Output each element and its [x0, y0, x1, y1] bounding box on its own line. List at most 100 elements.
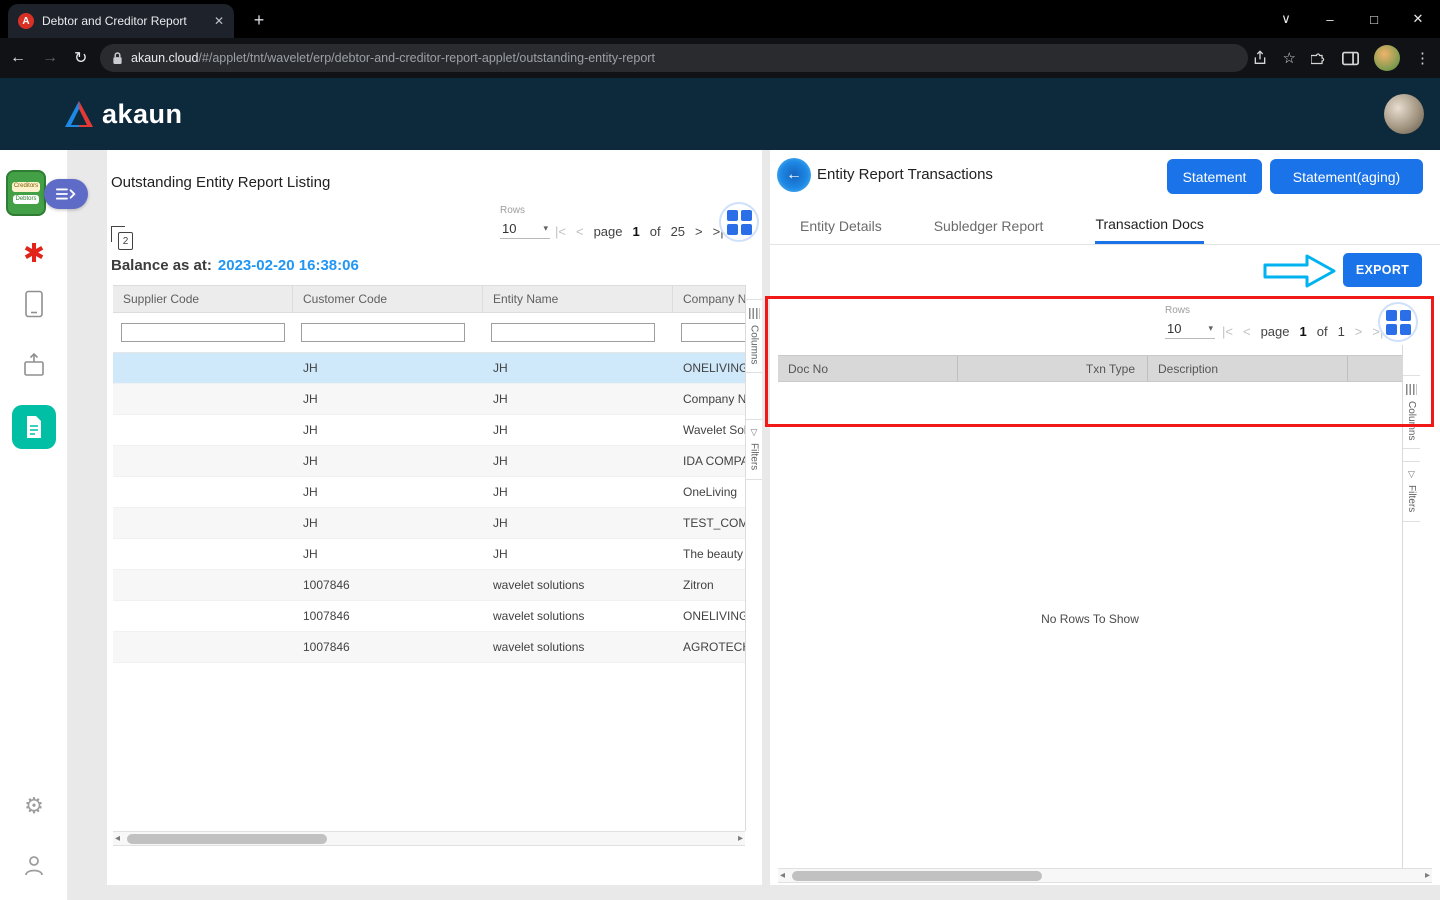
table-header-row: Supplier Code Customer Code Entity Name … [113, 285, 745, 313]
browser-tab[interactable]: A Debtor and Creditor Report ✕ [8, 4, 234, 38]
columns-side-tab[interactable]: Columns [746, 299, 762, 373]
column-header-entity-name[interactable]: Entity Name [483, 286, 673, 312]
side-panel-icon[interactable] [1342, 51, 1359, 66]
browser-reload-button[interactable]: ↻ [74, 48, 87, 68]
user-avatar[interactable] [1384, 94, 1424, 134]
back-button[interactable]: ← [777, 158, 811, 192]
filter-icon: ▽ [751, 428, 758, 437]
export-button[interactable]: EXPORT [1343, 253, 1422, 287]
table-row[interactable]: JHJHThe beauty [113, 539, 745, 570]
sidebar-item-clipboard[interactable] [0, 290, 68, 318]
share-icon[interactable] [1252, 50, 1268, 66]
page-current: 1 [632, 224, 639, 239]
tab-title: Debtor and Creditor Report [42, 14, 206, 28]
screen: A Debtor and Creditor Report ✕ + ∨ – □ ✕… [0, 0, 1440, 900]
creditors-debtors-icon: Creditors Debtors [6, 170, 46, 216]
browser-tab-strip: A Debtor and Creditor Report ✕ + ∨ – □ ✕ [0, 0, 1440, 38]
red-annotation-rectangle [765, 296, 1434, 427]
extensions-puzzle-icon[interactable] [1311, 50, 1327, 66]
browser-forward-button[interactable]: → [42, 49, 58, 67]
column-header-company-name[interactable]: Company N [673, 286, 745, 312]
window-minimize-button[interactable]: – [1308, 0, 1352, 38]
red-asterisk-icon: ✱ [23, 238, 45, 268]
horizontal-scrollbar[interactable]: ◂ ▸ [113, 831, 745, 846]
balance-label: Balance as at: [111, 257, 212, 274]
column-header-customer-code[interactable]: Customer Code [293, 286, 483, 312]
window-chevron-icon[interactable]: ∨ [1264, 0, 1308, 38]
scrollbar-thumb[interactable] [792, 871, 1042, 881]
sidebar-item-pdf-app[interactable]: ✱ [0, 240, 68, 266]
box-arrow-icon [22, 352, 46, 378]
main-area: Creditors Debtors ✱ [0, 150, 1440, 900]
url-bar[interactable]: akaun.cloud/#/applet/tnt/wavelet/erp/deb… [100, 44, 1248, 72]
window-close-button[interactable]: ✕ [1396, 0, 1440, 38]
scroll-right-icon[interactable]: ▸ [1425, 870, 1430, 881]
brand-name: akaun [102, 99, 183, 130]
app-header: akaun [0, 78, 1440, 150]
page-title: Outstanding Entity Report Listing [111, 174, 330, 191]
panel-title: Entity Report Transactions [817, 166, 993, 183]
browser-profile-avatar[interactable] [1374, 45, 1400, 71]
browser-address-bar: ← → ↻ akaun.cloud/#/applet/tnt/wavelet/e… [0, 38, 1440, 78]
scrollbar-thumb[interactable] [127, 834, 327, 844]
settings-gear-icon[interactable]: ⚙ [0, 795, 68, 817]
copy-count-icon[interactable]: 2 [111, 226, 133, 250]
browser-back-button[interactable]: ← [10, 49, 26, 67]
table-row[interactable]: 1007846wavelet solutionsONELIVING [113, 601, 745, 632]
back-arrow-icon: ← [786, 166, 802, 184]
cyan-annotation-arrow [1263, 254, 1337, 288]
tab-entity-details[interactable]: Entity Details [800, 205, 882, 244]
akaun-triangle-icon [64, 100, 94, 128]
first-page-button[interactable]: |< [555, 224, 566, 239]
table-row[interactable]: JHJHCompany N [113, 384, 745, 415]
table-row[interactable]: 1007846wavelet solutionsZitron [113, 570, 745, 601]
menu-open-icon [55, 186, 77, 202]
sidebar-item-report-active[interactable] [12, 405, 56, 449]
company-name-filter-input[interactable] [681, 323, 745, 342]
table-row[interactable]: JHJHTEST_COMP [113, 508, 745, 539]
sidebar-item-debtor-creditor-applet[interactable]: Creditors Debtors [6, 170, 46, 216]
entity-name-filter-input[interactable] [491, 323, 655, 342]
column-header-supplier-code[interactable]: Supplier Code [113, 286, 293, 312]
customer-code-filter-input[interactable] [301, 323, 465, 342]
table-row[interactable]: JHJHIDA COMPA [113, 446, 745, 477]
balance-datetime: 2023-02-20 16:38:06 [218, 257, 359, 274]
next-page-button[interactable]: > [695, 224, 703, 239]
statement-aging-button[interactable]: Statement(aging) [1270, 159, 1423, 194]
supplier-code-filter-input[interactable] [121, 323, 285, 342]
tab-subledger-report[interactable]: Subledger Report [934, 205, 1044, 244]
new-tab-button[interactable]: + [246, 7, 272, 33]
filters-side-tab[interactable]: ▽ Filters [1403, 461, 1420, 521]
tab-close-icon[interactable]: ✕ [214, 14, 224, 28]
entity-report-transactions-panel: ← Entity Report Transactions Statement S… [770, 150, 1440, 885]
grid-view-icon[interactable] [719, 202, 759, 242]
rows-per-page-select[interactable]: Rows 10▾ [500, 205, 550, 239]
clipboard-icon [24, 290, 44, 318]
akaun-logo: akaun [64, 78, 183, 150]
tab-favicon-icon: A [18, 13, 34, 29]
balance-as-at: Balance as at: 2023-02-20 16:38:06 [111, 257, 359, 274]
panel-tabs: Entity Details Subledger Report Transact… [770, 205, 1440, 245]
no-rows-message: No Rows To Show [778, 612, 1402, 626]
browser-menu-kebab-icon[interactable]: ⋮ [1415, 49, 1430, 67]
bookmark-star-icon[interactable]: ☆ [1283, 49, 1296, 67]
tab-transaction-docs[interactable]: Transaction Docs [1095, 205, 1203, 244]
statement-button[interactable]: Statement [1167, 159, 1262, 194]
expand-menu-button[interactable] [44, 179, 88, 209]
columns-icon [749, 308, 760, 319]
table-row[interactable]: JHJHONELIVING [113, 353, 745, 384]
scroll-left-icon[interactable]: ◂ [115, 833, 120, 844]
table-row[interactable]: JHJHOneLiving [113, 477, 745, 508]
scroll-left-icon[interactable]: ◂ [780, 870, 785, 881]
filters-side-tab[interactable]: ▽ Filters [746, 419, 762, 479]
grid-side-bar: Columns ▽ Filters [745, 285, 762, 831]
sidebar-item-checkout[interactable] [0, 352, 68, 378]
window-maximize-button[interactable]: □ [1352, 0, 1396, 38]
table-row[interactable]: 1007846wavelet solutionsAGROTECH [113, 632, 745, 663]
horizontal-scrollbar[interactable]: ◂ ▸ [778, 868, 1432, 883]
scroll-right-icon[interactable]: ▸ [738, 833, 743, 844]
table-row[interactable]: JHJHWavelet Sol [113, 415, 745, 446]
caret-down-icon: ▾ [543, 223, 548, 234]
prev-page-button[interactable]: < [576, 224, 584, 239]
profile-person-icon[interactable] [0, 853, 68, 877]
